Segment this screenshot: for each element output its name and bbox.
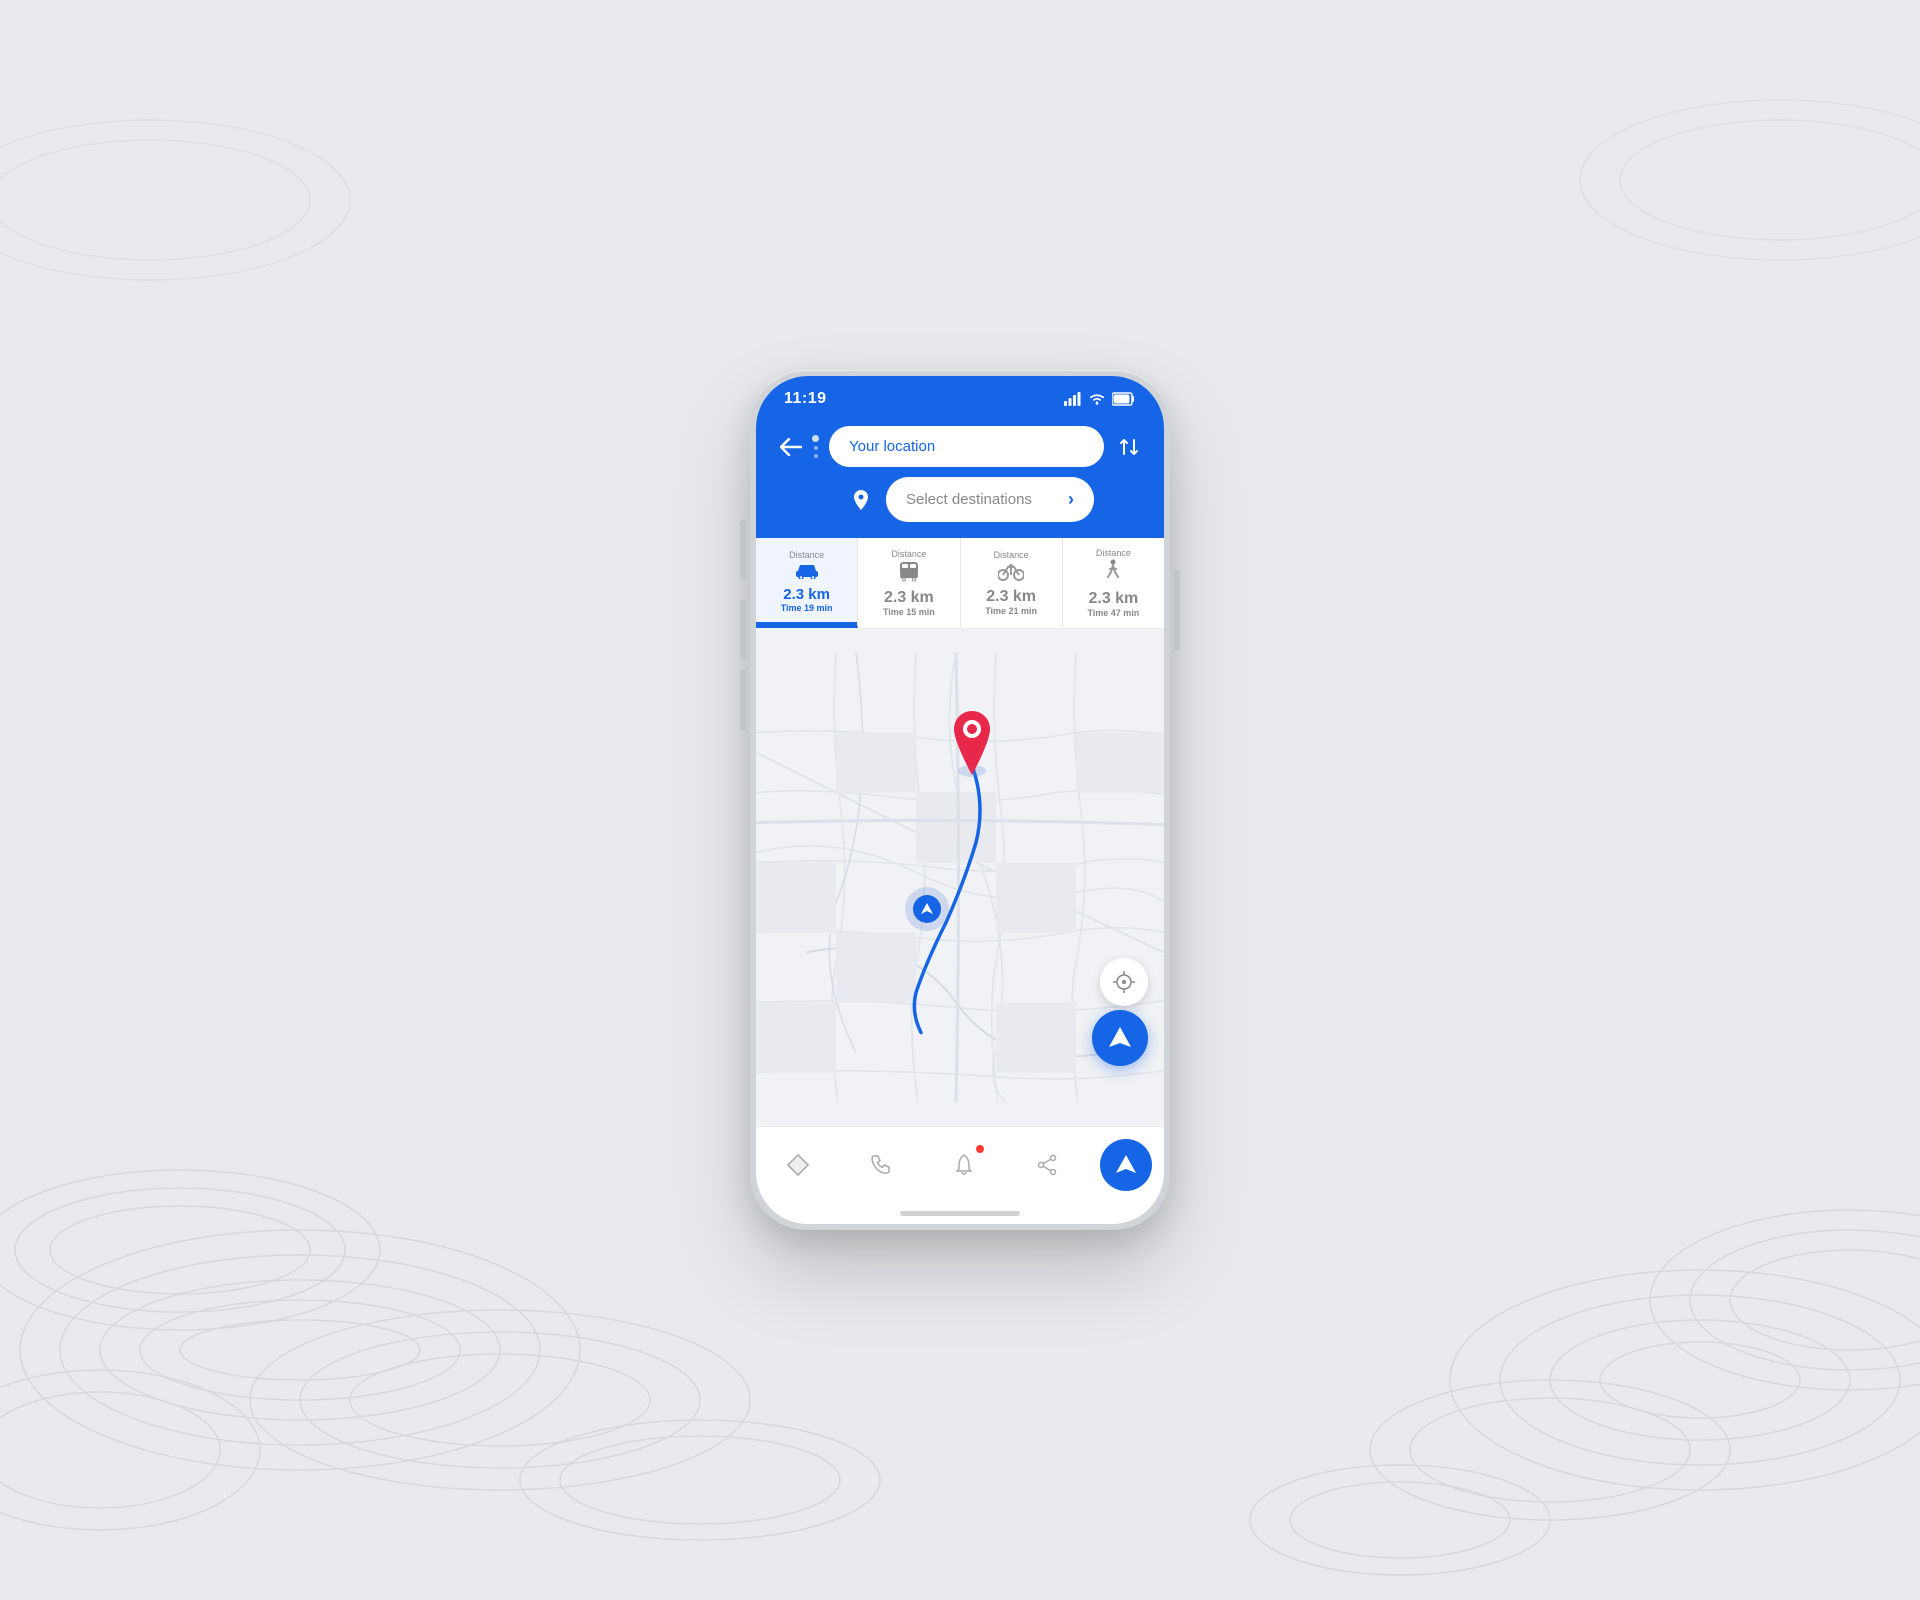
destination-marker [946, 709, 998, 782]
status-bar: 11:19 [756, 376, 1164, 418]
swap-button[interactable] [1114, 432, 1144, 462]
bottom-nav [756, 1126, 1164, 1211]
walk-time-label: Time [1087, 608, 1108, 618]
tab-bike-time: Time 21 min [985, 606, 1037, 616]
nav-item-map[interactable] [768, 1141, 828, 1189]
tab-walk[interactable]: Distance 2.3 km Time 47 min [1063, 538, 1164, 628]
crosshair-button[interactable] [1100, 958, 1148, 1006]
route-dots [812, 431, 819, 462]
back-button[interactable] [776, 432, 806, 462]
tab-walk-distance-label: Distance [1096, 548, 1131, 558]
bike-time-value: 21 min [1009, 606, 1038, 616]
phone-shell: 11:19 [750, 370, 1170, 1230]
nav-item-phone[interactable] [851, 1141, 911, 1189]
navigate-fab-button[interactable] [1092, 1010, 1148, 1066]
tab-car[interactable]: Distance 2.3 km Time 19 min [756, 538, 858, 628]
tab-bus-distance: 2.3 km [884, 589, 934, 607]
bus-time-value: 15 min [906, 607, 935, 617]
tab-bike-distance-label: Distance [994, 550, 1029, 560]
car-time-value: 19 min [804, 603, 833, 613]
walk-time-value: 47 min [1111, 608, 1140, 618]
bus-icon [898, 560, 920, 587]
car-time-label: Time [781, 603, 802, 613]
bike-icon [998, 561, 1024, 586]
tab-walk-distance: 2.3 km [1088, 590, 1138, 608]
app-header: Your location Selec [756, 418, 1164, 538]
status-time: 11:19 [784, 390, 827, 408]
nav-item-notification[interactable] [934, 1141, 994, 1189]
location-input[interactable]: Your location [829, 426, 1104, 467]
tab-bus-time: Time 15 min [883, 607, 935, 617]
destination-input[interactable]: Select destinations › [886, 477, 1094, 522]
current-dot-outer [905, 887, 949, 931]
tab-bus-distance-label: Distance [891, 549, 926, 559]
destination-placeholder: Select destinations [906, 491, 1032, 508]
tab-car-time: Time 19 min [781, 603, 833, 613]
bus-time-label: Time [883, 607, 904, 617]
tab-bike[interactable]: Distance 2.3 km Time 21 min [961, 538, 1063, 628]
phone-screen: 11:19 [756, 376, 1164, 1224]
wifi-icon [1088, 392, 1106, 406]
nav-item-share[interactable] [1017, 1141, 1077, 1189]
nav-item-navigate[interactable] [1100, 1139, 1152, 1191]
signal-icon [1064, 392, 1082, 406]
status-notch [905, 395, 985, 403]
tab-car-distance-label: Distance [789, 550, 824, 560]
tab-walk-time: Time 47 min [1087, 608, 1139, 618]
tab-bike-distance: 2.3 km [986, 588, 1036, 606]
tab-car-distance: 2.3 km [783, 586, 830, 603]
home-indicator [900, 1211, 1020, 1216]
notification-dot [976, 1145, 984, 1153]
map-area[interactable] [756, 629, 1164, 1126]
pin-icon [846, 485, 876, 515]
car-icon [794, 561, 820, 584]
transport-tabs: Distance 2.3 km Time 19 min [756, 538, 1164, 629]
chevron-right-icon: › [1068, 489, 1074, 510]
home-bar [756, 1211, 1164, 1224]
status-icons [1064, 392, 1136, 406]
bike-time-label: Time [985, 606, 1006, 616]
walk-icon [1103, 559, 1123, 588]
battery-icon [1112, 392, 1136, 406]
current-dot-inner [913, 895, 941, 923]
tab-bus[interactable]: Distance 2.3 km Time 15 min [858, 538, 960, 628]
current-location-marker [905, 887, 949, 931]
